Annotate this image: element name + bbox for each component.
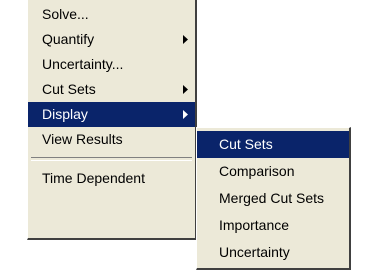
menu-item-label: Solve... (42, 6, 89, 22)
menu-item-label: Uncertainty... (42, 56, 124, 72)
screen: Solve... Quantify Uncertainty... Cut Set… (0, 0, 369, 270)
menu-separator (31, 157, 192, 161)
menu-item-label: Uncertainty (219, 244, 290, 260)
menu-item-view-results[interactable]: View Results (28, 127, 195, 152)
menu-item-label: Quantify (42, 31, 95, 47)
menu-item-label: Display (42, 106, 88, 122)
menu-item-solve[interactable]: Solve... (28, 2, 195, 27)
menu-item-label: Cut Sets (42, 81, 96, 97)
submenu-item-uncertainty[interactable]: Uncertainty (197, 239, 349, 266)
menu-item-label: View Results (42, 131, 123, 147)
menu-item-label: Merged Cut Sets (219, 190, 325, 206)
menu-item-quantify[interactable]: Quantify (28, 27, 195, 52)
submenu-item-importance[interactable]: Importance (197, 212, 349, 239)
context-menu: Solve... Quantify Uncertainty... Cut Set… (27, 0, 197, 240)
submenu-item-merged-cut-sets[interactable]: Merged Cut Sets (197, 185, 349, 212)
submenu-item-cut-sets[interactable]: Cut Sets (197, 131, 349, 158)
menu-item-label: Cut Sets (219, 136, 273, 152)
menu-item-label: Importance (219, 217, 290, 233)
menu-item-label: Comparison (219, 163, 295, 179)
menu-item-uncertainty[interactable]: Uncertainty... (28, 52, 195, 77)
menu-item-cut-sets[interactable]: Cut Sets (28, 77, 195, 102)
display-submenu: Cut Sets Comparison Merged Cut Sets Impo… (196, 127, 351, 270)
menu-item-time-dependent[interactable]: Time Dependent (28, 166, 195, 191)
submenu-item-comparison[interactable]: Comparison (197, 158, 349, 185)
menu-item-display[interactable]: Display (28, 102, 195, 127)
menu-item-label: Time Dependent (42, 170, 145, 186)
